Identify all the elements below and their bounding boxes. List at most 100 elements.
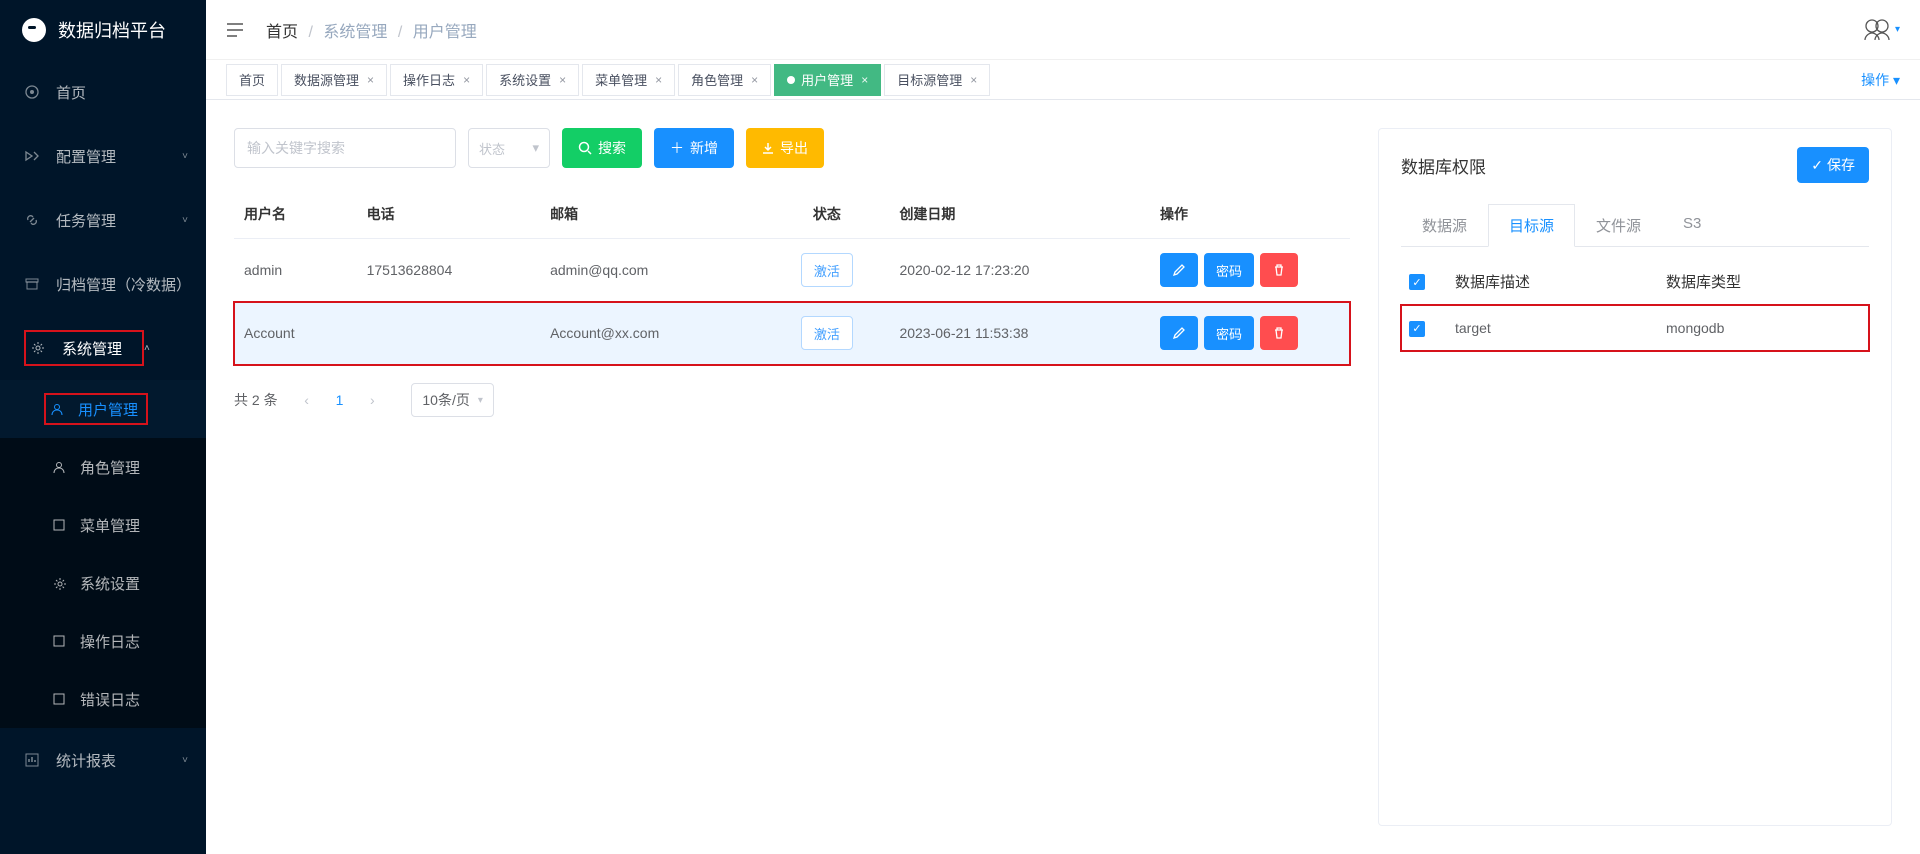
cell-type: mongodb <box>1658 305 1869 351</box>
column-header-type: 数据库类型 <box>1658 259 1869 305</box>
sidebar-item[interactable]: 任务管理˅ <box>0 188 206 252</box>
close-icon[interactable]: × <box>655 73 662 87</box>
sidebar-subitem[interactable]: 菜单管理 <box>0 496 206 554</box>
delete-button[interactable] <box>1260 253 1298 287</box>
close-icon[interactable]: × <box>367 73 374 87</box>
table-row[interactable]: admin17513628804admin@qq.com激活2020-02-12… <box>234 239 1350 302</box>
sidebar-subitem[interactable]: 用户管理 <box>0 380 206 438</box>
sidebar-subitem[interactable]: 系统设置 <box>0 554 206 612</box>
permission-subtab[interactable]: 文件源 <box>1575 204 1662 247</box>
sidebar-subitem-label: 系统设置 <box>80 573 140 594</box>
status-select[interactable]: 状态 ▾ <box>468 128 550 168</box>
add-button-label: 新增 <box>690 138 718 158</box>
permission-row[interactable]: ✓ targetmongodb <box>1401 305 1869 351</box>
permission-subtab[interactable]: 目标源 <box>1488 204 1575 247</box>
archive-icon <box>24 276 40 292</box>
edit-button[interactable] <box>1160 316 1198 350</box>
tab-label: 菜单管理 <box>595 70 647 89</box>
sidebar-item[interactable]: 系统管理˄ <box>0 316 206 380</box>
close-icon[interactable]: × <box>861 73 868 87</box>
password-button[interactable]: 密码 <box>1204 253 1254 287</box>
tab[interactable]: 操作日志× <box>390 64 483 96</box>
sidebar-item[interactable]: 统计报表˅ <box>0 728 206 792</box>
page-size-select[interactable]: 10条/页 ▾ <box>411 383 494 417</box>
breadcrumb-item[interactable]: 用户管理 <box>413 24 477 41</box>
panel-header: 数据库权限 ✓ 保存 <box>1401 147 1869 183</box>
tab[interactable]: 用户管理 × <box>774 64 881 96</box>
plus-icon: ＋ <box>670 138 684 158</box>
tab[interactable]: 数据源管理× <box>281 64 387 96</box>
sub-icon <box>52 692 66 706</box>
search-input[interactable] <box>234 128 456 168</box>
breadcrumb-item[interactable]: 系统管理 <box>323 24 387 41</box>
chevron-down-icon: ˅ <box>182 151 188 162</box>
users-panel: 状态 ▾ 搜索 ＋ 新增 导出 用户名电话邮箱状态创建日期操作 ad <box>234 128 1350 826</box>
search-button[interactable]: 搜索 <box>562 128 642 168</box>
breadcrumb: 首页 / 系统管理 / 用户管理 <box>266 18 1863 42</box>
save-button-label: 保存 <box>1827 155 1855 175</box>
sidebar-item-label: 系统管理 <box>62 338 142 359</box>
chevron-down-icon: ▾ <box>532 140 539 156</box>
table-row[interactable]: AccountAccount@xx.com激活2023-06-21 11:53:… <box>234 302 1350 365</box>
close-icon[interactable]: × <box>463 73 470 87</box>
password-button[interactable]: 密码 <box>1204 316 1254 350</box>
column-header: 邮箱 <box>540 190 764 239</box>
active-dot-icon <box>787 76 795 84</box>
next-page-button[interactable]: › <box>357 385 387 415</box>
download-icon <box>762 142 774 154</box>
cell-desc: target <box>1447 305 1658 351</box>
close-icon[interactable]: × <box>559 73 566 87</box>
status-placeholder: 状态 <box>479 139 505 158</box>
sidebar-item[interactable]: 归档管理（冷数据） <box>0 252 206 316</box>
page-size-label: 10条/页 <box>422 390 469 410</box>
tab[interactable]: 目标源管理× <box>884 64 990 96</box>
breadcrumb-home[interactable]: 首页 <box>266 24 298 41</box>
tab[interactable]: 菜单管理 × <box>582 64 675 96</box>
chevron-up-icon: ˄ <box>144 343 150 354</box>
close-icon[interactable]: × <box>970 73 977 87</box>
delete-button[interactable] <box>1260 316 1298 350</box>
sub-icon <box>52 460 66 474</box>
close-icon[interactable]: × <box>751 73 758 87</box>
prev-page-button[interactable]: ‹ <box>292 385 322 415</box>
sidebar-subitem[interactable]: 角色管理 <box>0 438 206 496</box>
permission-subtab[interactable]: 数据源 <box>1401 204 1488 247</box>
status-button[interactable]: 激活 <box>801 316 853 350</box>
column-header: 操作 <box>1150 190 1350 239</box>
chevron-down-icon: ▾ <box>478 395 483 406</box>
sidebar-subitem-label: 操作日志 <box>80 631 140 652</box>
permission-subtab[interactable]: S3 <box>1662 204 1722 247</box>
tab[interactable]: 首页 <box>226 64 278 96</box>
table-toolbar: 状态 ▾ 搜索 ＋ 新增 导出 <box>234 128 1350 168</box>
save-button[interactable]: ✓ 保存 <box>1797 147 1869 183</box>
edit-button[interactable] <box>1160 253 1198 287</box>
trash-icon <box>1272 263 1286 277</box>
export-button[interactable]: 导出 <box>746 128 824 168</box>
sidebar: 数据归档平台 首页配置管理˅任务管理˅归档管理（冷数据）系统管理˄用户管理角色管… <box>0 0 206 854</box>
hamburger-icon[interactable] <box>226 21 244 39</box>
topbar: 首页 / 系统管理 / 用户管理 ▾ <box>206 0 1920 60</box>
permissions-panel: 数据库权限 ✓ 保存 数据源目标源文件源S3 ✓ 数据库描述 数据库类型 ✓ta… <box>1378 128 1892 826</box>
sidebar-subitem-label: 菜单管理 <box>80 515 140 536</box>
row-checkbox[interactable]: ✓ <box>1409 321 1425 337</box>
select-all-checkbox[interactable]: ✓ <box>1409 274 1425 290</box>
sidebar-item-label: 统计报表 <box>56 750 182 771</box>
tabs-ops-dropdown[interactable]: 操作 ▾ <box>1861 70 1920 90</box>
cell-phone: 17513628804 <box>357 239 541 302</box>
tab-label: 用户管理 <box>801 70 853 89</box>
sidebar-subitem[interactable]: 错误日志 <box>0 670 206 728</box>
user-menu[interactable]: ▾ <box>1863 16 1900 44</box>
status-button[interactable]: 激活 <box>801 253 853 287</box>
tab-label: 角色管理 <box>691 70 743 89</box>
sidebar-item[interactable]: 配置管理˅ <box>0 124 206 188</box>
app-title: 数据归档平台 <box>58 17 166 43</box>
page-number[interactable]: 1 <box>336 392 344 408</box>
panel-title: 数据库权限 <box>1401 153 1486 178</box>
add-button[interactable]: ＋ 新增 <box>654 128 734 168</box>
sub-icon <box>52 576 66 590</box>
tab[interactable]: 角色管理 × <box>678 64 771 96</box>
sub-icon <box>52 634 66 648</box>
sidebar-subitem[interactable]: 操作日志 <box>0 612 206 670</box>
tab[interactable]: 系统设置× <box>486 64 579 96</box>
sidebar-item[interactable]: 首页 <box>0 60 206 124</box>
